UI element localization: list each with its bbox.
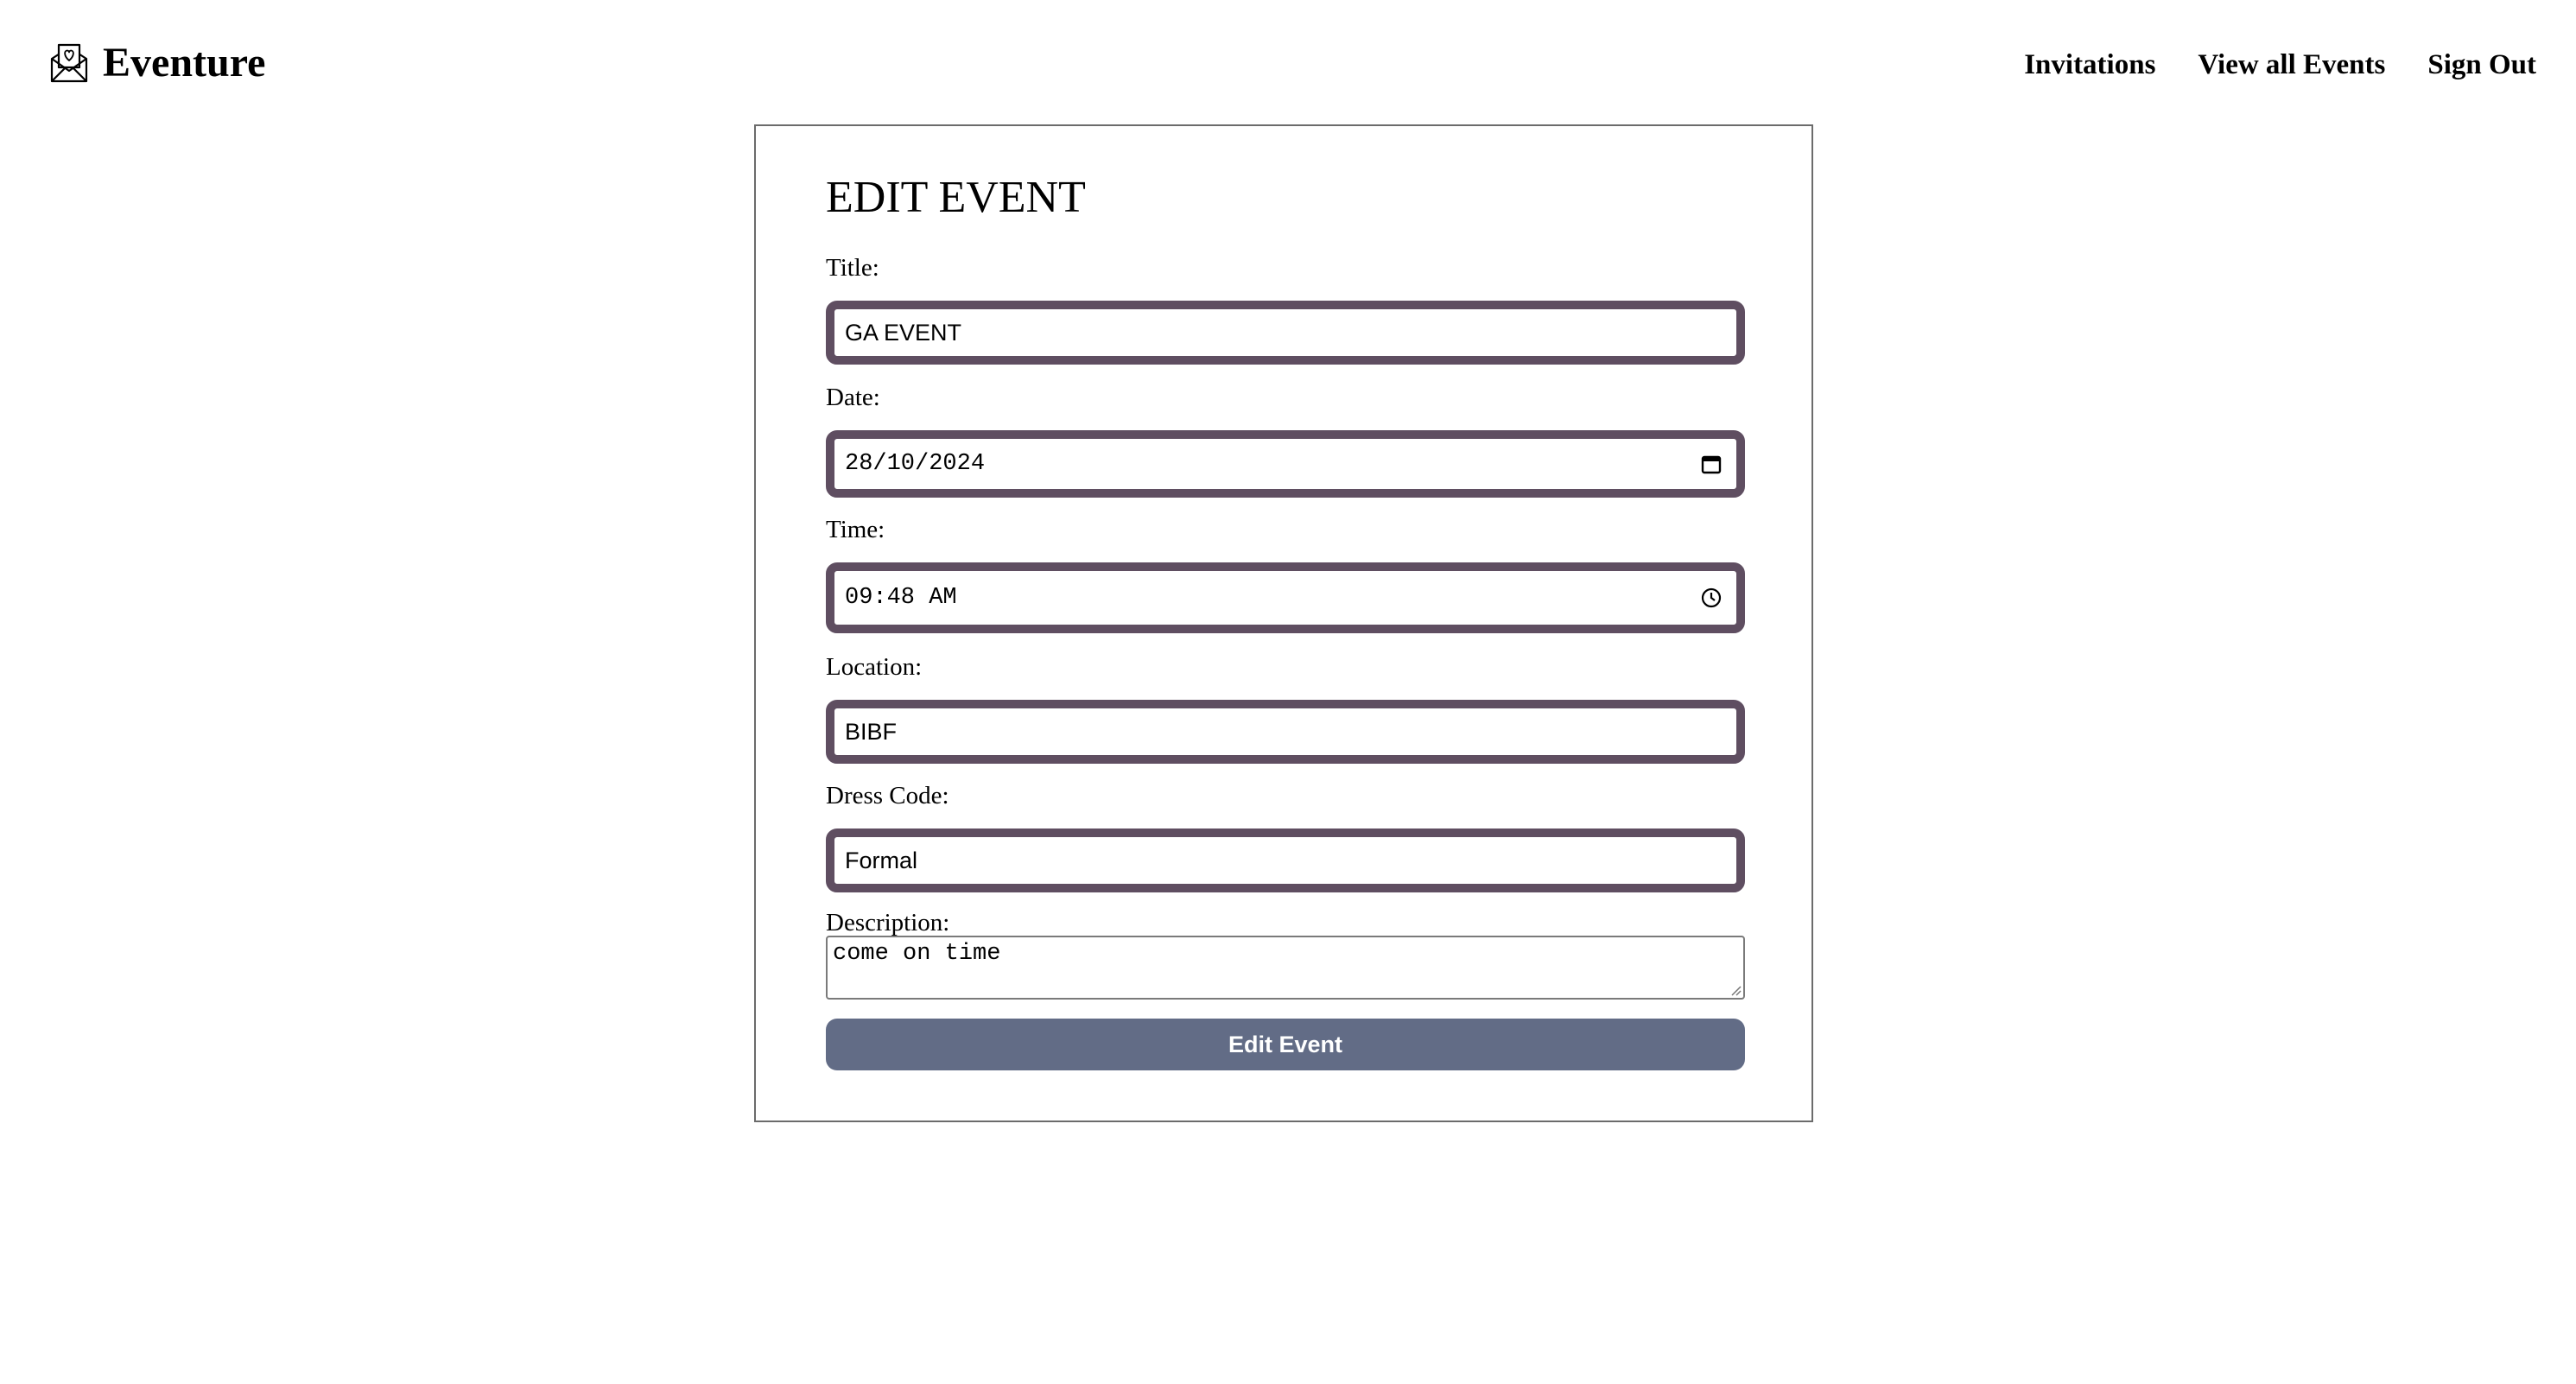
- title-input[interactable]: GA EVENT: [826, 301, 1745, 365]
- date-input[interactable]: 28/10/2024: [826, 430, 1745, 498]
- location-label: Location:: [826, 653, 923, 681]
- edit-event-button[interactable]: Edit Event: [826, 1019, 1745, 1070]
- nav-links: Invitations View all Events Sign Out: [1982, 43, 2536, 86]
- brand-name: Eventure: [103, 40, 266, 86]
- title-input-value: GA EVENT: [845, 319, 962, 346]
- dress-code-input-value: Formal: [845, 847, 918, 873]
- location-input-value: BIBF: [845, 718, 898, 745]
- nav-link-view-all-events[interactable]: View all Events: [2198, 49, 2385, 81]
- dress-code-label: Dress Code:: [826, 782, 949, 809]
- description-textarea-value: come on time: [833, 941, 1001, 967]
- date-label: Date:: [826, 384, 880, 411]
- description-textarea[interactable]: come on time: [826, 936, 1745, 1000]
- resize-handle-icon[interactable]: [1729, 984, 1742, 996]
- time-label: Time:: [826, 516, 885, 543]
- dress-code-input[interactable]: Formal: [826, 828, 1745, 892]
- clock-icon[interactable]: [1700, 587, 1723, 609]
- edit-event-card: EDIT EVENT Title: GA EVENT Date: 28/10/2…: [754, 124, 1813, 1122]
- nav-link-sign-out[interactable]: Sign Out: [2427, 49, 2536, 81]
- envelope-heart-icon: [50, 43, 88, 83]
- brand[interactable]: Eventure: [48, 38, 265, 88]
- calendar-icon[interactable]: [1700, 453, 1723, 475]
- page-title: EDIT EVENT: [826, 173, 1086, 222]
- time-input-value: 09:48 AM: [845, 585, 957, 611]
- date-input-value: 28/10/2024: [845, 451, 986, 477]
- title-label: Title:: [826, 254, 879, 282]
- time-input[interactable]: 09:48 AM: [826, 562, 1745, 633]
- navbar: Eventure Invitations View all Events Sig…: [0, 0, 2576, 121]
- nav-link-invitations[interactable]: Invitations: [2024, 49, 2155, 81]
- description-label: Description:: [826, 909, 950, 936]
- location-input[interactable]: BIBF: [826, 700, 1745, 764]
